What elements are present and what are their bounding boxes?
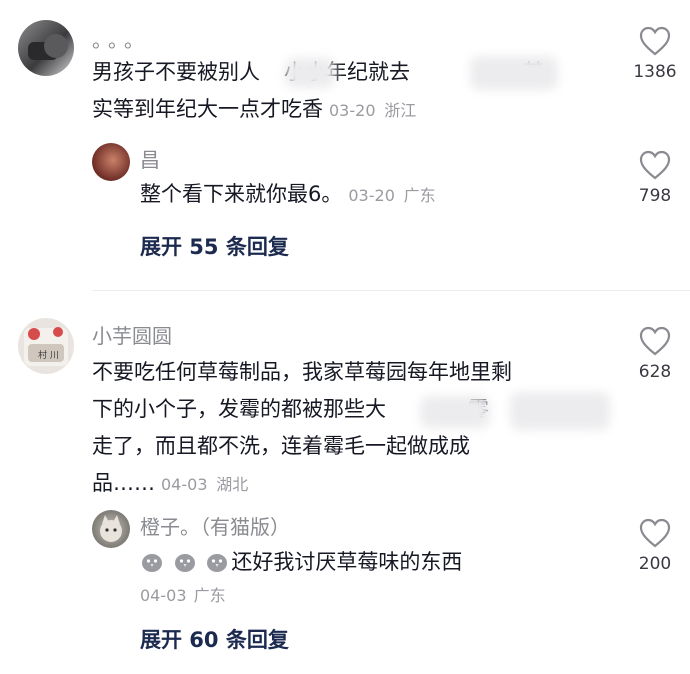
like-button[interactable]: 798 <box>630 150 680 206</box>
reply-location: 广东 <box>193 586 226 605</box>
like-button[interactable]: 1386 <box>630 26 680 82</box>
chick-emoji-icon <box>207 554 228 572</box>
like-count: 1386 <box>633 62 677 82</box>
reply-date: 04-03 <box>140 586 187 605</box>
comment-date: 03-20 <box>329 101 376 120</box>
comment-username[interactable]: 。。。 <box>92 24 150 53</box>
reply-username[interactable]: 昌 <box>140 144 160 173</box>
heart-icon <box>639 150 671 180</box>
avatar-image <box>28 34 68 60</box>
chick-emoji-icon <box>142 554 162 572</box>
cat-avatar-image <box>100 515 122 542</box>
heart-icon <box>639 518 671 548</box>
reply-username[interactable]: 橙子。（有猫版） <box>140 511 290 540</box>
divider <box>92 290 690 291</box>
avatar[interactable] <box>18 20 74 76</box>
reply-avatar[interactable] <box>92 143 130 181</box>
heart-icon <box>639 326 671 356</box>
censor-blur <box>470 56 558 90</box>
avatar-image: 村 川 <box>24 327 68 366</box>
reply-meta: 04-03 广东 <box>140 582 226 606</box>
reply-date: 03-20 <box>348 186 395 205</box>
comment-username[interactable]: 小芋圆圆 <box>92 320 172 349</box>
heart-icon <box>639 26 671 56</box>
like-button[interactable]: 200 <box>630 518 680 574</box>
comment-location: 湖北 <box>216 475 249 494</box>
like-button[interactable]: 628 <box>630 326 680 382</box>
reply-text: 整个看下来就你最6。 03-20 广东 <box>140 182 436 206</box>
comment-date: 04-03 <box>161 475 208 494</box>
comment-location: 浙江 <box>384 101 417 120</box>
expand-replies-button[interactable]: 展开 55 条回复 <box>140 231 289 261</box>
svg-text:村 川: 村 川 <box>38 349 59 361</box>
reply-avatar[interactable] <box>92 510 130 548</box>
censor-blur <box>420 396 490 428</box>
censor-blur <box>510 392 610 430</box>
like-count: 628 <box>638 362 672 382</box>
expand-replies-button[interactable]: 展开 60 条回复 <box>140 624 289 654</box>
reply-location: 广东 <box>403 186 436 205</box>
avatar[interactable]: 村 川 <box>18 318 74 374</box>
censor-blur <box>285 58 335 88</box>
reply-text: 还好我讨厌草莓味的东西 <box>140 544 462 581</box>
like-count: 798 <box>638 186 672 206</box>
like-count: 200 <box>638 554 672 574</box>
chick-emoji-icon <box>174 554 195 572</box>
